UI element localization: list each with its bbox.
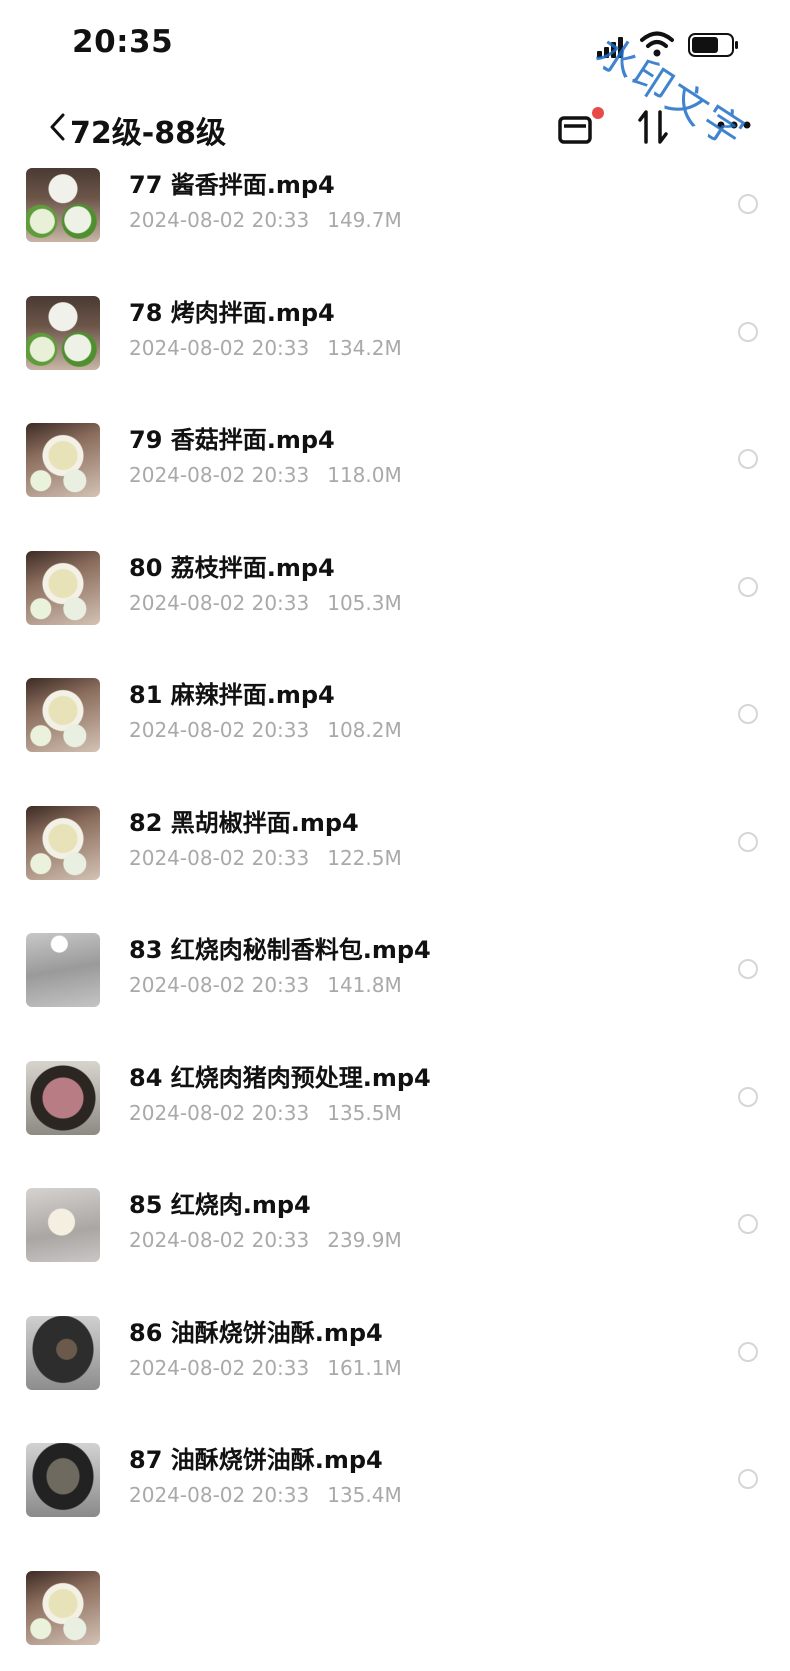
file-date: 2024-08-02 20:33 xyxy=(129,845,310,870)
file-name: 87 油酥烧饼油酥.mp4 xyxy=(129,1446,383,1474)
file-row[interactable]: 81 麻辣拌面.mp4 2024-08-02 20:33 108.2M xyxy=(0,678,790,778)
file-date: 2024-08-02 20:33 xyxy=(129,463,310,487)
select-radio[interactable] xyxy=(738,576,758,597)
file-name: 85 红烧肉.mp4 xyxy=(129,1191,311,1219)
select-radio[interactable] xyxy=(738,959,758,979)
video-thumbnail xyxy=(26,295,100,370)
file-meta: 2024-08-02 20:33 149.7M xyxy=(129,208,402,232)
file-meta: 2024-08-02 20:33 135.4M xyxy=(129,1483,402,1507)
file-row[interactable]: 77 酱香拌面.mp4 2024-08-02 20:33 149.7M xyxy=(0,168,790,268)
file-meta: 2024-08-02 20:33 118.0M xyxy=(129,463,402,487)
file-row[interactable]: 87 油酥烧饼油酥.mp4 2024-08-02 20:33 135.4M xyxy=(0,1443,790,1543)
file-date: 2024-08-02 20:33 xyxy=(129,335,310,360)
file-date: 2024-08-02 20:33 xyxy=(129,1100,310,1125)
file-size: 108.2M xyxy=(327,718,402,742)
video-thumbnail xyxy=(26,423,100,497)
video-thumbnail xyxy=(26,678,100,752)
video-thumbnail xyxy=(26,1570,100,1645)
file-date: 2024-08-02 20:33 xyxy=(129,1483,310,1507)
video-thumbnail xyxy=(26,933,100,1007)
file-name: 83 红烧肉秘制香料包.mp4 xyxy=(129,936,431,964)
file-size: 141.8M xyxy=(327,973,402,997)
select-radio[interactable] xyxy=(738,194,758,214)
select-radio[interactable] xyxy=(738,449,758,469)
file-name: 86 油酥烧饼油酥.mp4 xyxy=(129,1318,383,1347)
file-date: 2024-08-02 20:33 xyxy=(129,208,310,232)
file-size: 135.4M xyxy=(327,1483,402,1507)
file-size: 161.1M xyxy=(327,1355,402,1380)
file-meta: 2024-08-02 20:33 122.5M xyxy=(129,846,402,870)
select-radio[interactable] xyxy=(738,831,758,852)
select-radio[interactable] xyxy=(738,1469,758,1489)
file-date: 2024-08-02 20:33 xyxy=(129,1355,310,1380)
file-name: 77 酱香拌面.mp4 xyxy=(129,171,335,199)
file-date: 2024-08-02 20:33 xyxy=(129,590,310,615)
file-row[interactable]: 85 红烧肉.mp4 2024-08-02 20:33 239.9M xyxy=(0,1188,790,1288)
file-meta xyxy=(129,1611,147,1635)
box-icon[interactable] xyxy=(556,106,604,146)
status-time: 20:35 xyxy=(72,24,174,60)
file-name: 78 烤肉拌面.mp4 xyxy=(129,298,335,327)
file-size: 105.3M xyxy=(327,590,402,615)
file-meta: 2024-08-02 20:33 108.2M xyxy=(129,718,402,742)
select-radio[interactable] xyxy=(738,1341,758,1362)
file-row[interactable]: 86 油酥烧饼油酥.mp4 2024-08-02 20:33 161.1M xyxy=(0,1315,790,1416)
video-thumbnail xyxy=(26,1060,100,1135)
file-size: 122.5M xyxy=(327,845,402,870)
file-size: 135.5M xyxy=(327,1100,402,1125)
video-thumbnail xyxy=(26,1315,100,1390)
file-meta: 2024-08-02 20:33 141.8M xyxy=(129,973,402,997)
file-meta: 2024-08-02 20:33 134.2M xyxy=(129,336,402,360)
video-thumbnail xyxy=(26,805,100,880)
file-size: 239.9M xyxy=(327,1228,402,1252)
file-meta: 2024-08-02 20:33 105.3M xyxy=(129,591,402,615)
back-chevron-icon[interactable] xyxy=(46,112,68,142)
file-name: 79 香菇拌面.mp4 xyxy=(129,426,335,454)
video-thumbnail xyxy=(26,1443,100,1517)
file-name: 84 红烧肉猪肉预处理.mp4 xyxy=(129,1063,431,1092)
file-row[interactable]: 84 红烧肉猪肉预处理.mp4 2024-08-02 20:33 135.5M xyxy=(0,1060,790,1161)
file-size: 118.0M xyxy=(327,463,402,487)
video-thumbnail xyxy=(26,168,100,242)
file-meta: 2024-08-02 20:33 135.5M xyxy=(129,1101,402,1125)
file-row[interactable]: 83 红烧肉秘制香料包.mp4 2024-08-02 20:33 141.8M xyxy=(0,933,790,1033)
file-row[interactable]: 82 黑胡椒拌面.mp4 2024-08-02 20:33 122.5M xyxy=(0,805,790,906)
file-row[interactable] xyxy=(0,1570,790,1671)
file-size: 149.7M xyxy=(327,208,402,232)
file-row[interactable]: 78 烤肉拌面.mp4 2024-08-02 20:33 134.2M xyxy=(0,295,790,396)
file-name: 82 黑胡椒拌面.mp4 xyxy=(129,808,359,837)
battery-icon xyxy=(688,33,738,57)
file-row[interactable]: 79 香菇拌面.mp4 2024-08-02 20:33 118.0M xyxy=(0,423,790,523)
select-radio[interactable] xyxy=(738,1086,758,1107)
file-date: 2024-08-02 20:33 xyxy=(129,1228,310,1252)
page-title: 72级-88级 xyxy=(70,116,226,151)
select-radio[interactable] xyxy=(738,1214,758,1234)
select-radio[interactable] xyxy=(738,321,758,342)
file-size: 134.2M xyxy=(327,335,402,360)
file-name: 80 荔枝拌面.mp4 xyxy=(129,553,335,582)
select-radio[interactable] xyxy=(738,704,758,724)
file-date: 2024-08-02 20:33 xyxy=(129,718,310,742)
video-thumbnail xyxy=(26,550,100,625)
video-thumbnail xyxy=(26,1188,100,1262)
file-meta: 2024-08-02 20:33 239.9M xyxy=(129,1228,402,1252)
file-name: 81 麻辣拌面.mp4 xyxy=(129,681,335,709)
file-row[interactable]: 80 荔枝拌面.mp4 2024-08-02 20:33 105.3M xyxy=(0,550,790,651)
file-date: 2024-08-02 20:33 xyxy=(129,973,310,997)
file-meta: 2024-08-02 20:33 161.1M xyxy=(129,1356,402,1380)
notification-dot-icon xyxy=(592,107,604,119)
